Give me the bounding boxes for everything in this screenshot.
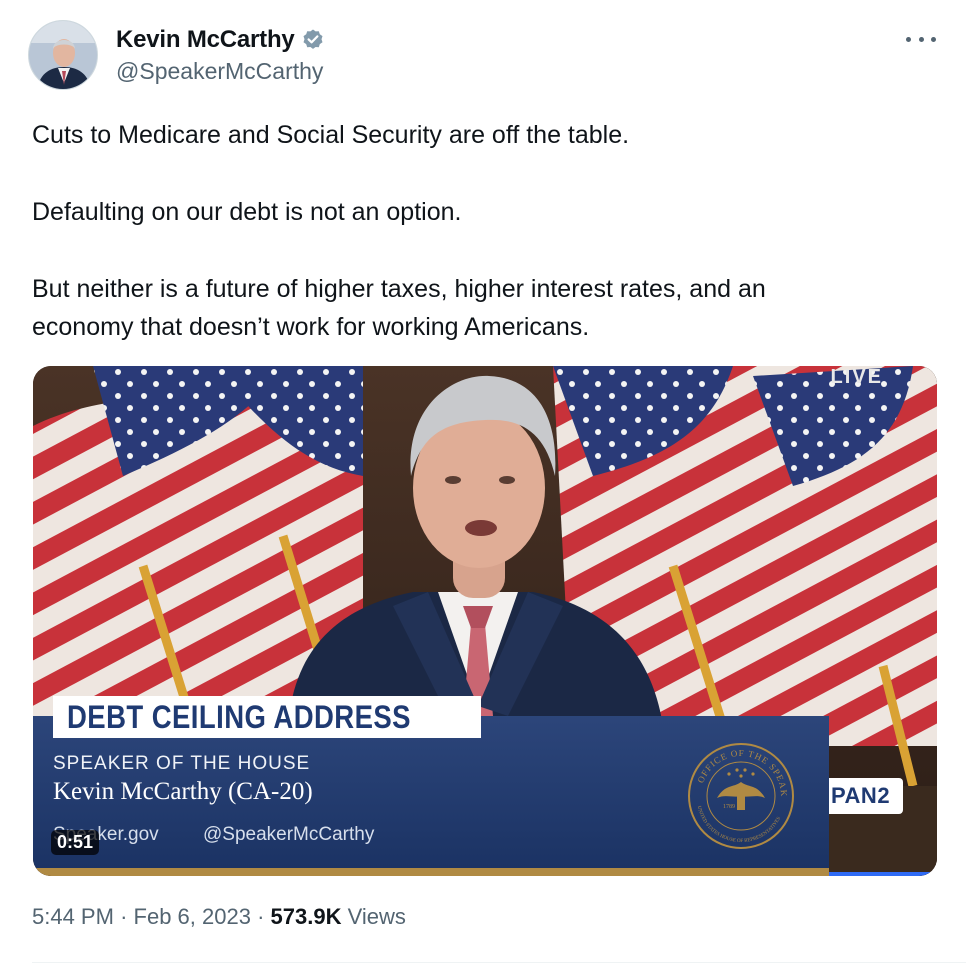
video-player[interactable]: LIVE DEBT CEILING ADDRESS SPEAKER OF THE…	[33, 366, 937, 876]
lower-third-title: SPEAKER OF THE HOUSE	[53, 753, 311, 774]
views-count[interactable]: 573.9K	[271, 904, 342, 929]
network-logo: PAN2	[829, 778, 903, 814]
tweet-text-line-3: But neither is a future of higher taxes,…	[32, 275, 766, 303]
tweet-time[interactable]: 5:44 PM	[32, 904, 114, 929]
speaker-seal-logo: OFFICE OF THE SPEAKER UNITED STATES HOUS…	[687, 742, 794, 849]
svg-text:UNITED STATES HOUSE OF REPRESE: UNITED STATES HOUSE OF REPRESENTATIVES	[696, 806, 782, 845]
tweet-text-line-4: economy that doesn’t work for working Am…	[32, 313, 590, 341]
headline-box: DEBT CEILING ADDRESS	[53, 696, 481, 738]
author-handle[interactable]: @SpeakerMcCarthy	[116, 58, 323, 85]
author-name-row[interactable]: Kevin McCarthy	[116, 26, 325, 54]
tweet-meta: 5:44 PM · Feb 6, 2023 · 573.9K Views	[32, 904, 406, 930]
meta-separator-2: ·	[257, 904, 265, 929]
tweet-date[interactable]: Feb 6, 2023	[134, 904, 251, 929]
more-horizontal-icon[interactable]	[906, 28, 936, 50]
lower-third-social: @SpeakerMcCarthy	[203, 824, 375, 845]
tweet-text-line-2: Defaulting on our debt is not an option.	[32, 198, 462, 226]
meta-separator-1: ·	[120, 904, 128, 929]
gold-bar	[33, 868, 829, 876]
author-display-name[interactable]: Kevin McCarthy	[116, 26, 295, 54]
live-badge: LIVE	[830, 366, 883, 388]
tweet-card: Kevin McCarthy @SpeakerMcCarthy Cuts to …	[0, 0, 966, 972]
lower-third-name: Kevin McCarthy (CA-20)	[53, 778, 313, 805]
tweet-text-line-1: Cuts to Medicare and Social Security are…	[32, 121, 630, 149]
headline-text: DEBT CEILING ADDRESS	[67, 698, 411, 735]
views-label: Views	[347, 904, 406, 929]
video-duration: 0:51	[51, 830, 100, 855]
svg-text:1789: 1789	[723, 804, 735, 810]
progress-accent	[829, 872, 937, 876]
divider	[32, 962, 966, 963]
avatar[interactable]	[28, 20, 98, 90]
verified-badge-icon	[301, 28, 325, 52]
